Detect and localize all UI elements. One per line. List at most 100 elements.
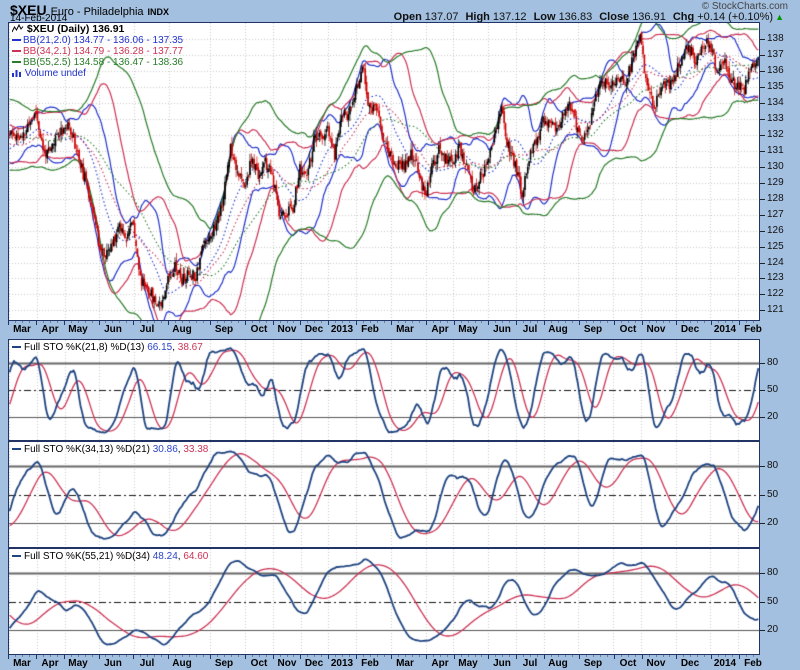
stoch-panel-3: Full STO %K(55,21) %D(34) 48.24, 64.60: [8, 548, 760, 655]
week-tick: [126, 655, 127, 657]
week-tick: [565, 321, 566, 323]
week-tick: [154, 655, 155, 657]
price-tick-mark: [760, 167, 765, 168]
month-tick: [544, 321, 545, 325]
month-label: Jul: [523, 658, 537, 669]
week-tick: [495, 655, 496, 657]
stoch-tick-mark: [760, 466, 765, 467]
month-tick: [273, 321, 274, 325]
month-label: May: [458, 324, 477, 335]
week-tick: [29, 321, 30, 323]
month-label: Mar: [396, 324, 414, 335]
week-tick: [621, 655, 622, 657]
stoch-tick-label: 20: [767, 517, 778, 528]
week-tick: [433, 321, 434, 323]
month-label: 2014: [714, 658, 736, 669]
week-tick: [732, 321, 733, 323]
stoch-tick-label: 50: [767, 489, 778, 500]
week-tick: [370, 321, 371, 323]
week-tick: [78, 655, 79, 657]
price-panel: $XEU (Daily) 136.91 BB(21,2.0) 134.77 - …: [8, 22, 760, 321]
week-tick: [335, 321, 336, 323]
week-tick: [189, 321, 190, 323]
price-tick-mark: [760, 278, 765, 279]
month-tick: [642, 321, 643, 325]
month-label: Sep: [584, 324, 602, 335]
price-tick-mark: [760, 183, 765, 184]
month-tick: [356, 321, 357, 325]
week-tick: [217, 655, 218, 657]
week-tick: [412, 321, 413, 323]
stoch-tick-mark: [760, 602, 765, 603]
week-tick: [112, 321, 113, 323]
month-tick: [426, 321, 427, 325]
price-tick-mark: [760, 119, 765, 120]
week-tick: [628, 655, 629, 657]
week-tick: [189, 655, 190, 657]
month-tick: [642, 655, 643, 659]
week-tick: [71, 655, 72, 657]
month-label: 2014: [714, 324, 736, 335]
month-label: Oct: [620, 658, 637, 669]
month-label: Apr: [431, 324, 448, 335]
week-tick: [635, 321, 636, 323]
month-label: Oct: [251, 324, 268, 335]
price-tick-mark: [760, 103, 765, 104]
month-tick: [356, 655, 357, 659]
week-tick: [287, 655, 288, 657]
week-tick: [224, 655, 225, 657]
week-tick: [238, 655, 239, 657]
month-label: 2013: [331, 324, 353, 335]
week-tick: [509, 321, 510, 323]
week-tick: [586, 321, 587, 323]
week-tick: [628, 321, 629, 323]
price-tick-mark: [760, 39, 765, 40]
price-tick-label: 121: [767, 304, 784, 315]
month-tick: [133, 655, 134, 659]
stoch-tick-mark: [760, 523, 765, 524]
week-tick: [468, 321, 469, 323]
week-tick: [725, 321, 726, 323]
week-tick: [50, 321, 51, 323]
week-tick: [502, 321, 503, 323]
month-label: Oct: [251, 658, 268, 669]
month-tick: [168, 321, 169, 325]
price-tick-label: 137: [767, 49, 784, 60]
week-tick: [175, 321, 176, 323]
month-tick: [711, 321, 712, 325]
week-tick: [349, 655, 350, 657]
week-tick: [600, 655, 601, 657]
week-tick: [57, 321, 58, 323]
month-tick: [426, 655, 427, 659]
week-tick: [621, 321, 622, 323]
week-tick: [147, 655, 148, 657]
price-tick-mark: [760, 215, 765, 216]
week-tick: [280, 321, 281, 323]
week-tick: [15, 321, 16, 323]
stoch-tick-label: 80: [767, 357, 778, 368]
month-label: Mar: [13, 658, 31, 669]
month-tick: [328, 321, 329, 325]
week-tick: [217, 321, 218, 323]
month-tick: [544, 655, 545, 659]
week-tick: [537, 655, 538, 657]
week-tick: [370, 655, 371, 657]
week-tick: [565, 655, 566, 657]
week-tick: [683, 655, 684, 657]
week-tick: [649, 321, 650, 323]
week-tick: [732, 655, 733, 657]
month-tick: [245, 321, 246, 325]
week-tick: [203, 321, 204, 323]
week-tick: [475, 655, 476, 657]
week-tick: [704, 655, 705, 657]
week-tick: [447, 655, 448, 657]
month-label: Jun: [493, 324, 511, 335]
week-tick: [43, 321, 44, 323]
week-tick: [196, 321, 197, 323]
week-tick: [293, 321, 294, 323]
week-tick: [558, 321, 559, 323]
month-tick: [36, 655, 37, 659]
week-tick: [287, 321, 288, 323]
week-tick: [495, 321, 496, 323]
week-tick: [252, 655, 253, 657]
